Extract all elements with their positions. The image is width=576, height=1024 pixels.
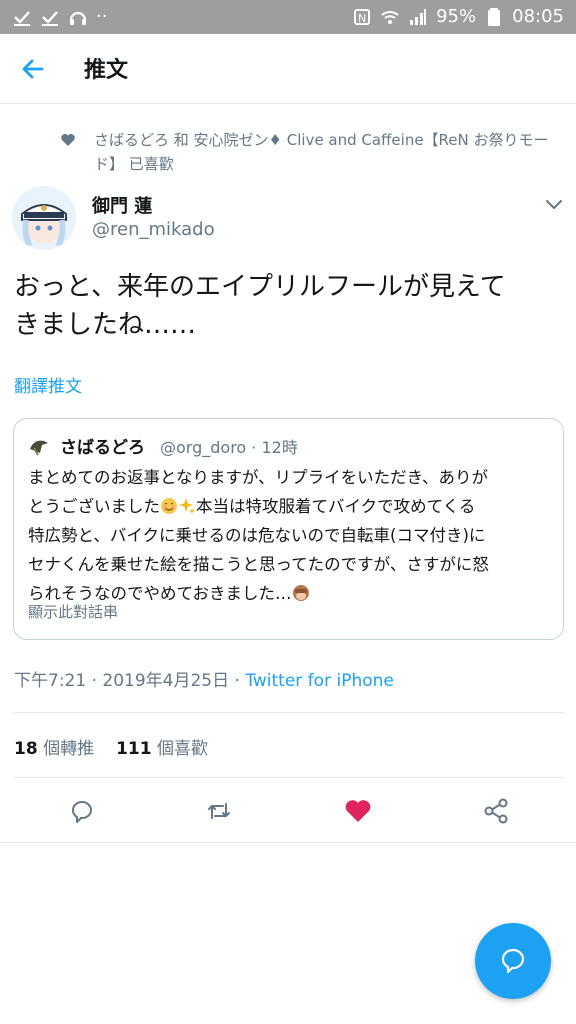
- page-title: 推文: [84, 58, 129, 83]
- engagement-stats: 18 個轉推 111 個喜歡: [14, 734, 208, 759]
- more-notifications-icon: ··: [96, 6, 108, 27]
- likes-label: 個喜歡: [156, 739, 208, 759]
- chevron-down-icon[interactable]: [542, 192, 566, 216]
- divider: [0, 842, 576, 843]
- quoted-line: とうございました 本当は特攻服着てバイクで攻めてくる: [28, 492, 553, 521]
- quoted-line: セナくんを乗せた絵を描こうと思ってたのですが、さすがに怒: [28, 555, 489, 574]
- retweet-icon[interactable]: [204, 796, 234, 826]
- quoted-line-part: 本当は特攻服着てバイクで攻めてくる: [196, 497, 476, 516]
- quoted-line: まとめてのお返事となりますが、リプライをいただき、ありが: [28, 468, 489, 487]
- heart-icon: [61, 134, 75, 146]
- tweet-text: おっと、来年のエイプリルフールが見えて きましたね……: [14, 268, 564, 344]
- quoted-line: 特広勢と、バイクに乗せるのは危ないので自転車(コマ付き)に: [28, 526, 486, 545]
- likes-stat[interactable]: 111 個喜歡: [116, 739, 208, 759]
- source-link[interactable]: Twitter for iPhone: [245, 671, 394, 691]
- retweets-stat[interactable]: 18 個轉推: [14, 739, 94, 759]
- back-arrow-icon[interactable]: [18, 54, 48, 84]
- battery-percent: 95%: [436, 6, 477, 27]
- compose-reply-button[interactable]: [475, 923, 551, 999]
- nfc-icon: N: [354, 9, 371, 25]
- liked-by-text: さばるどろ 和 安心院ゼン♦ Clive and Caffeine【ReN お祭…: [94, 131, 549, 173]
- translate-link[interactable]: 翻譯推文: [14, 372, 82, 397]
- tweet-timestamp: 下午7:21 · 2019年4月25日 · Twitter for iPhone: [14, 666, 394, 691]
- compose-icon: [501, 948, 525, 974]
- signal-icon: [410, 9, 427, 25]
- clock: 08:05: [512, 6, 564, 27]
- retweets-label: 個轉推: [43, 739, 95, 759]
- header: 推文: [0, 34, 576, 104]
- avatar[interactable]: [12, 186, 76, 250]
- see-no-evil-monkey-emoji-icon: [292, 585, 309, 601]
- tweet-line: きましたね……: [14, 310, 197, 340]
- quoted-tweet[interactable]: さばるどろ @org_doro · 12時 まとめてのお返事となりますが、リプラ…: [13, 418, 564, 640]
- svg-text:N: N: [358, 12, 366, 25]
- show-thread-link[interactable]: 顯示此對話串: [28, 601, 118, 622]
- social-context[interactable]: さばるどろ 和 安心院ゼン♦ Clive and Caffeine【ReN お祭…: [60, 128, 560, 176]
- check-icon: [42, 11, 58, 26]
- smiling-face-emoji-icon: [161, 498, 177, 514]
- quoted-author-meta: @org_doro · 12時: [160, 438, 298, 457]
- likes-count: 111: [116, 739, 152, 759]
- status-bar: ·· N 95% 08:05: [0, 0, 576, 34]
- divider: [14, 712, 564, 713]
- quoted-text: まとめてのお返事となりますが、リプライをいただき、ありが とうございました 本当は…: [28, 463, 553, 608]
- wifi-icon: [381, 11, 399, 24]
- share-icon[interactable]: [481, 796, 511, 826]
- retweets-count: 18: [14, 739, 38, 759]
- check-icon: [14, 11, 30, 26]
- reply-icon[interactable]: [67, 796, 97, 826]
- author-handle[interactable]: @ren_mikado: [92, 219, 215, 240]
- timestamp-text: 下午7:21 · 2019年4月25日 ·: [14, 671, 246, 691]
- headset-icon: [69, 11, 87, 25]
- like-icon[interactable]: [343, 796, 373, 826]
- quoted-author-name: さばるどろ: [60, 438, 145, 458]
- tweet-line: おっと、来年のエイプリルフールが見えて: [14, 272, 506, 302]
- quoted-avatar: [30, 440, 48, 456]
- author-name[interactable]: 御門 蓮: [92, 192, 152, 218]
- sparkles-emoji-icon: [179, 498, 195, 514]
- divider: [14, 777, 564, 778]
- avatar-illustration: [12, 186, 76, 250]
- quoted-line-part: とうございました: [28, 497, 160, 516]
- battery-icon: [488, 8, 501, 26]
